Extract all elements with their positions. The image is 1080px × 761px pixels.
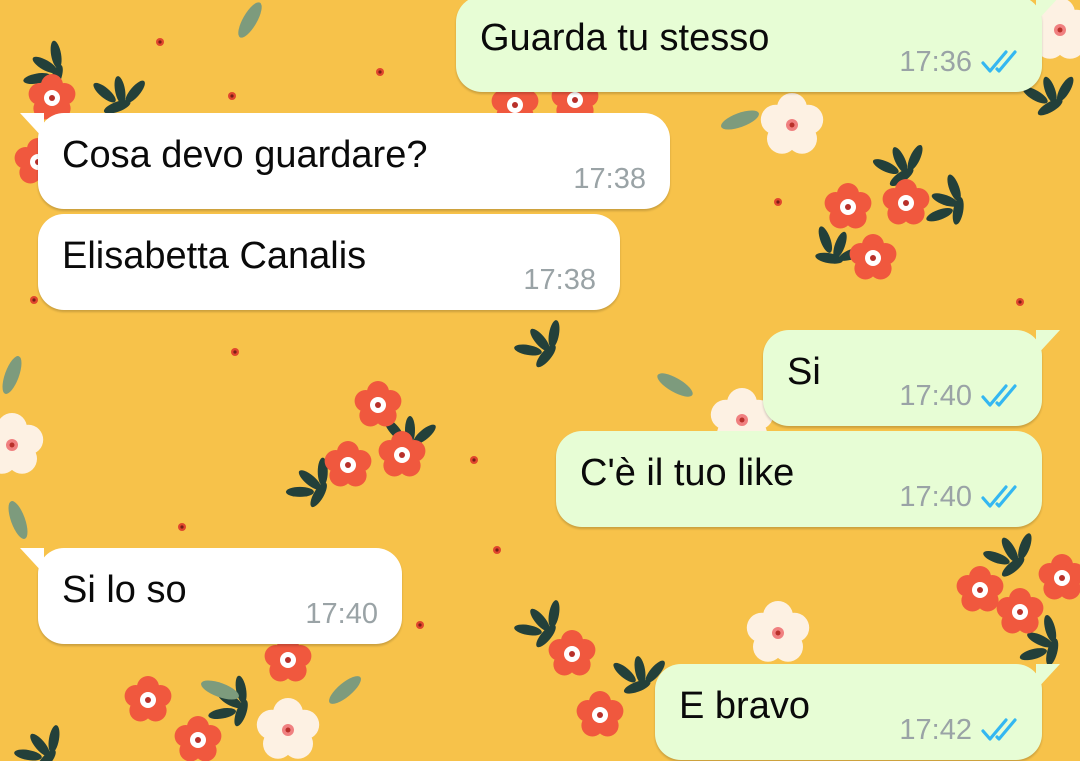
message-bubble-outgoing[interactable]: C'è il tuo like 17:40 [556,431,1042,527]
message-text: Cosa devo guardare? [62,134,428,176]
message-text: Si lo so [62,569,187,611]
message-meta: 17:38 [523,264,596,296]
message-bubble-outgoing[interactable]: Si 17:40 [763,330,1060,426]
bubble-tail [1036,0,1057,22]
message-bubble-outgoing[interactable]: Guarda tu stesso 17:36 [456,0,1057,92]
message-text: E bravo [679,685,810,727]
double-check-icon [981,384,1017,407]
bubble-tail [1036,330,1060,356]
message-bubble-incoming[interactable]: Elisabetta Canalis 17:38 [38,214,620,310]
bubble-tail [1036,664,1060,690]
message-meta: 17:42 [899,714,1022,746]
message-text: Si [787,351,821,393]
message-bubble-outgoing[interactable]: E bravo 17:42 [655,664,1060,760]
double-check-icon [981,50,1017,73]
message-meta: 17:40 [899,380,1022,412]
message-meta: 17:40 [899,481,1022,513]
message-bubble-incoming[interactable]: Cosa devo guardare? 17:38 [20,113,670,209]
message-time: 17:36 [899,46,972,78]
message-text: Guarda tu stesso [480,17,770,59]
bubble-tail [20,113,44,139]
message-time: 17:38 [573,163,646,195]
message-bubble-incoming[interactable]: Si lo so 17:40 [20,548,402,644]
message-meta: 17:36 [899,46,1022,78]
bubble-tail [20,548,44,574]
message-text: Elisabetta Canalis [62,235,367,277]
message-meta: 17:40 [305,598,378,630]
message-time: 17:40 [899,380,972,412]
message-time: 17:40 [899,481,972,513]
message-meta: 17:38 [573,163,646,195]
message-time: 17:42 [899,714,972,746]
double-check-icon [981,485,1017,508]
message-time: 17:40 [305,598,378,630]
double-check-icon [981,718,1017,741]
message-text: C'è il tuo like [580,452,795,494]
message-time: 17:38 [523,264,596,296]
